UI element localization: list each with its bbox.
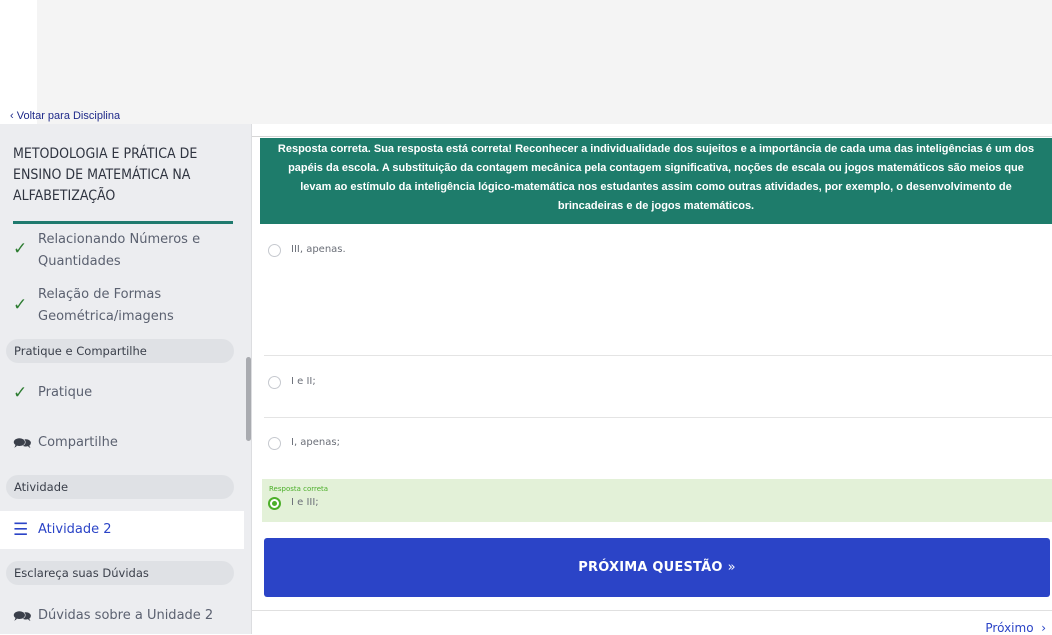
check-icon: ✓ xyxy=(13,239,28,259)
question-content: Resposta correta. Sua resposta está corr… xyxy=(252,124,1052,635)
chat-icon: 🗪 xyxy=(13,607,32,625)
check-icon: ✓ xyxy=(13,383,28,403)
sidebar-item-relacionando-numeros[interactable]: ✓ Relacionando Números e Quantidades xyxy=(0,232,244,273)
sidebar-item-relacao-formas[interactable]: ✓ Relação de Formas Geométrica/imagens xyxy=(0,284,244,328)
answer-option-label: I, apenas; xyxy=(291,437,340,448)
radio-button[interactable] xyxy=(268,376,281,389)
double-chevron-right-icon: » xyxy=(727,560,736,575)
next-question-button[interactable]: PRÓXIMA QUESTÃO » xyxy=(264,538,1050,597)
next-link[interactable]: Próximo › xyxy=(985,621,1046,635)
section-pratique-compartilhe[interactable]: Pratique e Compartilhe xyxy=(6,339,234,363)
radio-button[interactable] xyxy=(268,244,281,257)
sidebar-item-atividade-2[interactable]: ☰ Atividade 2 xyxy=(0,511,244,549)
course-title: METODOLOGIA E PRÁTICA DE ENSINO DE MATEM… xyxy=(13,146,198,204)
sidebar-item-compartilhe[interactable]: 🗪 Compartilhe xyxy=(0,432,244,454)
back-to-course-link[interactable]: ‹ Voltar para Disciplina xyxy=(10,110,120,124)
sidebar-item-label: Quantidades xyxy=(38,254,121,269)
chevron-right-icon: › xyxy=(1037,621,1046,635)
sidebar-item-label: Compartilhe xyxy=(38,435,118,450)
chat-icon: 🗪 xyxy=(13,434,32,452)
sidebar-item-label: Relacionando Números e xyxy=(38,232,201,247)
radio-button-selected[interactable] xyxy=(268,497,281,510)
divider xyxy=(252,136,1052,137)
answer-option-correct[interactable]: Resposta correta I e III; xyxy=(262,479,1052,522)
feedback-banner: Resposta correta. Sua resposta está corr… xyxy=(260,138,1052,224)
header-area xyxy=(37,0,1052,124)
correct-answer-label: Resposta correta xyxy=(269,485,329,493)
answer-option[interactable]: I, apenas; xyxy=(262,437,1052,450)
chevron-left-icon: ‹ xyxy=(10,110,14,122)
sidebar-scrollbar[interactable] xyxy=(246,357,251,441)
divider xyxy=(264,355,1052,356)
answer-option-label: I e II; xyxy=(291,376,316,387)
answer-option[interactable]: I e II; xyxy=(262,376,1052,389)
list-icon: ☰ xyxy=(13,520,29,540)
back-link-label: Voltar para Disciplina xyxy=(16,110,121,122)
sidebar-item-label: Dúvidas sobre a Unidade 2 xyxy=(38,608,214,623)
sidebar-item-label: Relação de Formas xyxy=(38,287,162,302)
course-sidebar: METODOLOGIA E PRÁTICA DE ENSINO DE MATEM… xyxy=(0,124,252,634)
sidebar-item-label: Geométrica/imagens xyxy=(38,309,174,324)
divider xyxy=(264,417,1052,418)
answer-option[interactable]: III, apenas. xyxy=(262,244,1052,257)
answer-option-label: I e III; xyxy=(291,497,319,508)
check-icon: ✓ xyxy=(13,295,28,315)
sidebar-item-label: Atividade 2 xyxy=(38,522,112,537)
sidebar-item-label: Pratique xyxy=(38,385,93,400)
radio-button[interactable] xyxy=(268,437,281,450)
sidebar-item-pratique[interactable]: ✓ Pratique xyxy=(0,382,244,404)
sidebar-item-duvidas[interactable]: 🗪 Dúvidas sobre a Unidade 2 xyxy=(0,605,244,627)
next-question-label: PRÓXIMA QUESTÃO xyxy=(578,560,723,575)
section-esclareca-duvidas[interactable]: Esclareça suas Dúvidas xyxy=(6,561,234,585)
section-atividade[interactable]: Atividade xyxy=(6,475,234,499)
answer-option-label: III, apenas. xyxy=(291,244,346,255)
next-link-label: Próximo xyxy=(985,621,1034,635)
divider xyxy=(252,610,1052,611)
header-left-blank xyxy=(0,0,37,124)
course-progress-bar xyxy=(13,221,233,224)
